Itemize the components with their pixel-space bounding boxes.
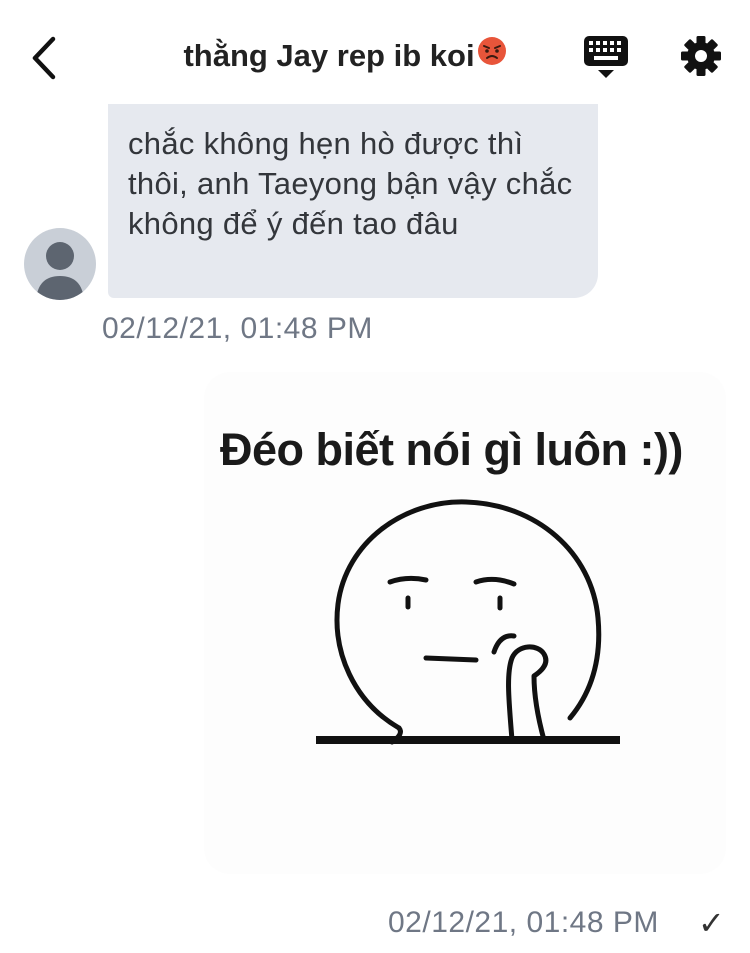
chat-title-text: thằng Jay rep ib koi <box>183 38 475 73</box>
message-timestamp: 02/12/21, 01:48 PM <box>102 312 373 345</box>
chat-title: thằng Jay rep ib koi <box>100 36 590 74</box>
avatar[interactable] <box>24 228 96 300</box>
back-button[interactable] <box>22 30 66 86</box>
keyboard-icon <box>584 36 628 78</box>
settings-button[interactable] <box>680 34 722 78</box>
keyboard-button[interactable] <box>582 34 630 80</box>
sent-checkmark-icon: ✓ <box>698 905 725 941</box>
incoming-message-bubble[interactable]: chắc không hẹn hò được thì thôi, anh Tae… <box>108 104 598 298</box>
chat-header: thằng Jay rep ib koi <box>0 0 750 110</box>
message-timestamp: 02/12/21, 01:48 PM <box>388 906 659 939</box>
chevron-left-icon <box>32 36 56 80</box>
pouting-face-emoji <box>477 36 507 74</box>
message-text: chắc không hẹn hò được thì thôi, anh Tae… <box>128 126 573 241</box>
gear-icon <box>681 36 721 76</box>
default-user-avatar-icon <box>36 242 84 300</box>
meme-face-drawing <box>316 499 620 745</box>
outgoing-image-message[interactable]: Đéo biết nói gì luôn :)) <box>204 372 726 874</box>
